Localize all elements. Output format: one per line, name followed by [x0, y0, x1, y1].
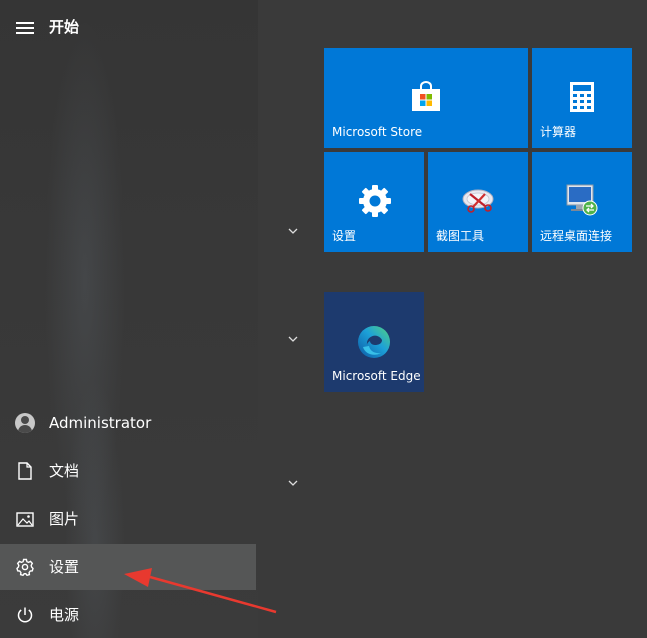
tile-snipping-tool-label: 截图工具	[436, 229, 485, 243]
tile-snipping-tool[interactable]: 截图工具	[428, 152, 528, 252]
tile-microsoft-store[interactable]: Microsoft Store	[324, 48, 528, 148]
nav-item-pictures[interactable]: 图片	[0, 496, 256, 542]
nav-item-user-label: Administrator	[49, 414, 152, 432]
nav-item-user[interactable]: Administrator	[0, 400, 256, 446]
tile-microsoft-edge[interactable]: Microsoft Edge	[324, 292, 424, 392]
gear-icon	[359, 185, 391, 217]
tile-settings-label: 设置	[332, 229, 357, 243]
power-icon	[15, 605, 35, 625]
store-bag-icon	[412, 81, 440, 111]
nav-item-settings[interactable]: 设置	[0, 544, 256, 590]
remote-desktop-icon	[566, 184, 598, 216]
nav-item-documents-label: 文档	[49, 462, 80, 480]
start-nav-pane: 开始 Administrator 文档 图片 设置 电源	[0, 0, 258, 638]
tile-remote-desktop[interactable]: 远程桌面连接	[532, 152, 632, 252]
group-collapse-chevron-icon[interactable]	[286, 226, 300, 236]
tile-calculator-label: 计算器	[540, 125, 577, 139]
nav-item-documents[interactable]: 文档	[0, 448, 256, 494]
tile-remote-desktop-label: 远程桌面连接	[540, 229, 613, 243]
edge-browser-icon	[358, 326, 390, 358]
nav-item-power[interactable]: 电源	[0, 592, 256, 638]
tile-microsoft-store-label: Microsoft Store	[332, 125, 423, 139]
group-collapse-chevron-icon[interactable]	[286, 478, 300, 488]
nav-item-settings-label: 设置	[49, 558, 80, 576]
snipping-tool-icon	[462, 189, 494, 213]
tile-microsoft-edge-label: Microsoft Edge	[332, 369, 421, 383]
gear-icon	[15, 557, 35, 577]
calculator-icon	[570, 82, 594, 112]
user-avatar-icon	[15, 413, 35, 433]
start-menu-title: 开始	[49, 18, 80, 36]
nav-item-power-label: 电源	[49, 606, 80, 624]
hamburger-menu-icon[interactable]	[16, 22, 34, 34]
tile-settings[interactable]: 设置	[324, 152, 424, 252]
tile-calculator[interactable]: 计算器	[532, 48, 632, 148]
picture-icon	[15, 509, 35, 529]
nav-item-pictures-label: 图片	[49, 510, 80, 528]
document-icon	[15, 461, 35, 481]
group-collapse-chevron-icon[interactable]	[286, 334, 300, 344]
